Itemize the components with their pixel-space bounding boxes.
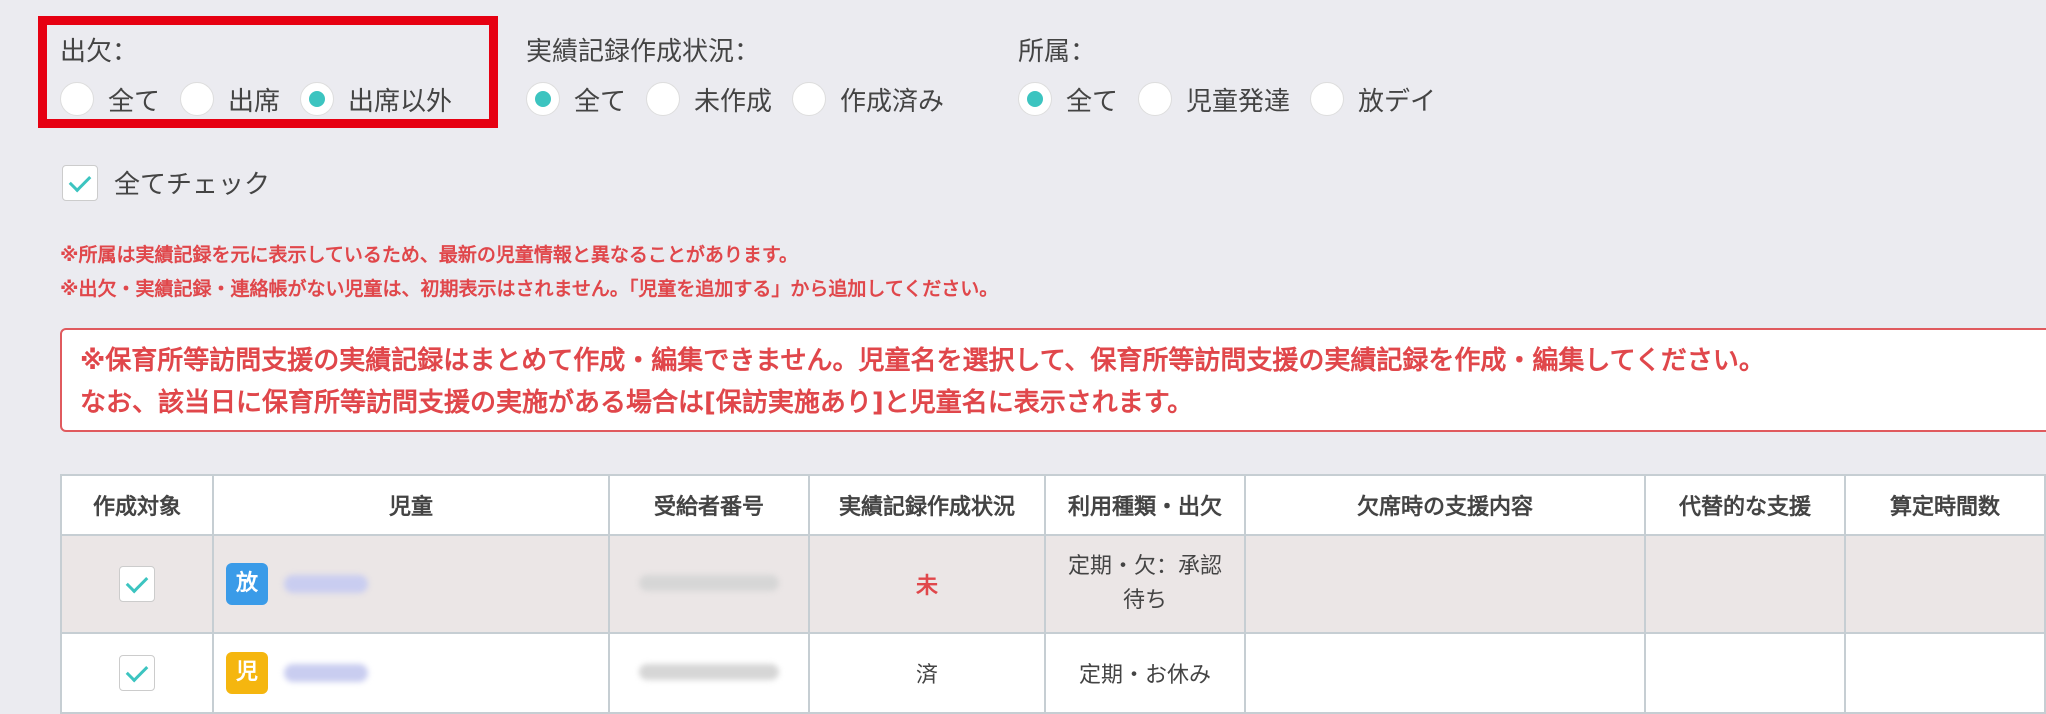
record-status-radio-uncreated[interactable]: 未作成 bbox=[646, 81, 772, 118]
col-header-alternative-support: 代替的な支援 bbox=[1644, 474, 1846, 536]
check-all[interactable]: 全てチェック bbox=[62, 164, 270, 201]
note-initial-display: ※出欠・実績記録・連絡帳がない児童は、初期表示はされません。「児童を追加する」か… bbox=[60, 278, 999, 300]
affiliation-badge: 児 bbox=[226, 652, 268, 694]
record-status-filter: 実績記録作成状況： 全て 未作成 作成済み bbox=[526, 34, 964, 122]
alert-line-2: なお、該当日に保育所等訪問支援の実施がある場合は[保訪実施あり]と児童名に表示さ… bbox=[80, 388, 1194, 418]
note-affiliation: ※所属は実績記録を元に表示しているため、最新の児童情報と異なることがあります。 bbox=[60, 244, 799, 266]
affiliation-radio-all[interactable]: 全て bbox=[1018, 81, 1118, 118]
record-status-radio-created[interactable]: 作成済み bbox=[792, 81, 944, 118]
absence-support-cell bbox=[1244, 632, 1646, 714]
col-header-hours: 算定時間数 bbox=[1844, 474, 2046, 536]
alert-line-1: ※保育所等訪問支援の実績記録はまとめて作成・編集できません。児童名を選択して、保… bbox=[80, 346, 1765, 376]
alternative-support-cell bbox=[1644, 632, 1846, 714]
radio-button[interactable] bbox=[646, 82, 681, 116]
child-name-link[interactable] bbox=[284, 575, 368, 593]
alternative-support-cell bbox=[1644, 534, 1846, 634]
affiliation-filter-label: 所属： bbox=[1018, 37, 1097, 67]
col-header-usage: 利用種類・出欠 bbox=[1044, 474, 1246, 536]
absence-support-cell bbox=[1244, 534, 1646, 634]
table-row: 児 済 定期・お休み bbox=[60, 632, 2046, 714]
table-row: 放 未 定期・欠：承認待ち bbox=[60, 534, 2046, 634]
child-cell[interactable]: 児 bbox=[212, 632, 610, 714]
record-status: 済 bbox=[915, 663, 938, 688]
record-status: 未 bbox=[915, 574, 938, 599]
alert-box: ※保育所等訪問支援の実績記録はまとめて作成・編集できません。児童名を選択して、保… bbox=[60, 328, 2046, 432]
col-header-recipient-number: 受給者番号 bbox=[608, 474, 810, 536]
affiliation-filter: 所属： 全て 児童発達 放デイ bbox=[1018, 34, 1456, 122]
affiliation-radio-child-dev[interactable]: 児童発達 bbox=[1138, 81, 1290, 118]
record-status-radio-all[interactable]: 全て bbox=[526, 81, 626, 118]
check-all-checkbox[interactable] bbox=[62, 164, 98, 201]
affiliation-radio-after-school[interactable]: 放デイ bbox=[1310, 81, 1436, 118]
col-header-record-status: 実績記録作成状況 bbox=[808, 474, 1046, 536]
radio-button-checked[interactable] bbox=[1018, 82, 1052, 116]
affiliation-badge: 放 bbox=[226, 563, 268, 605]
radio-button-checked[interactable] bbox=[526, 82, 560, 116]
radio-button[interactable] bbox=[1310, 82, 1345, 116]
recipient-number bbox=[639, 574, 779, 591]
col-header-target: 作成対象 bbox=[60, 474, 214, 536]
hours-cell bbox=[1844, 534, 2046, 634]
usage-attendance: 定期・欠：承認待ち bbox=[1067, 554, 1222, 613]
child-name-link[interactable] bbox=[284, 664, 368, 682]
radio-button[interactable] bbox=[1138, 82, 1173, 116]
child-cell[interactable]: 放 bbox=[212, 534, 610, 634]
highlight-box bbox=[38, 16, 498, 128]
check-all-label: 全てチェック bbox=[114, 170, 271, 200]
record-status-filter-label: 実績記録作成状況： bbox=[526, 37, 761, 67]
col-header-absence-support: 欠席時の支援内容 bbox=[1244, 474, 1646, 536]
hours-cell bbox=[1844, 632, 2046, 714]
children-table: 作成対象 児童 受給者番号 実績記録作成状況 利用種類・出欠 欠席時の支援内容 … bbox=[60, 474, 2046, 714]
recipient-number bbox=[639, 663, 779, 680]
row-checkbox[interactable] bbox=[119, 655, 155, 691]
radio-button[interactable] bbox=[792, 82, 827, 116]
usage-attendance: 定期・お休み bbox=[1078, 663, 1211, 688]
row-checkbox[interactable] bbox=[119, 566, 155, 602]
col-header-child: 児童 bbox=[212, 474, 610, 536]
table-header-row: 作成対象 児童 受給者番号 実績記録作成状況 利用種類・出欠 欠席時の支援内容 … bbox=[60, 474, 2046, 536]
